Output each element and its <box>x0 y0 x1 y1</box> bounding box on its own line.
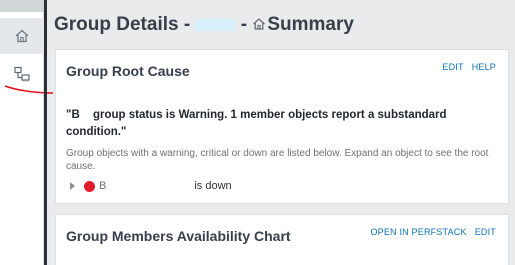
card-title: Group Members Availability Chart <box>66 228 291 244</box>
object-name[interactable]: B <box>99 180 106 192</box>
rail-home-button[interactable] <box>0 18 44 54</box>
edit-button[interactable]: EDIT <box>442 62 463 72</box>
root-cause-item[interactable]: B is down <box>70 180 232 192</box>
page-title: Group Details - - Summary <box>54 14 354 37</box>
redacted-mask <box>79 109 90 120</box>
root-cause-status: "B group status is Warning. 1 member obj… <box>66 107 496 141</box>
card-actions: OPEN IN PERFSTACK EDIT <box>370 227 496 237</box>
group-root-cause-card: Group Root Cause EDIT HELP "B group stat… <box>55 49 509 204</box>
object-status: is down <box>194 180 232 192</box>
rail-top-stub <box>0 0 44 12</box>
root-cause-description: Group objects with a warning, critical o… <box>66 148 489 172</box>
rail-separator <box>44 0 47 265</box>
home-icon <box>15 29 29 43</box>
status-text: group status is Warning. 1 member object… <box>66 109 447 138</box>
down-status-icon <box>84 180 95 192</box>
availability-chart-card: Group Members Availability Chart OPEN IN… <box>55 214 509 265</box>
open-in-perfstack-button[interactable]: OPEN IN PERFSTACK <box>370 227 466 237</box>
redacted-group-name <box>195 18 236 31</box>
left-rail <box>0 0 54 265</box>
help-button[interactable]: HELP <box>472 62 496 72</box>
redacted-object-name <box>108 181 195 191</box>
card-title: Group Root Cause <box>66 63 190 79</box>
card-actions: EDIT HELP <box>442 62 496 72</box>
page-title-prefix: Group Details - <box>54 14 196 35</box>
status-lead: "B <box>66 109 80 121</box>
page-title-suffix: Summary <box>267 14 354 35</box>
summary-home-icon <box>252 15 266 37</box>
page-title-separator: - <box>235 14 253 35</box>
expand-caret-icon[interactable] <box>70 182 75 190</box>
app: Group Details - - Summary Group Root Cau… <box>0 0 515 265</box>
edit-button[interactable]: EDIT <box>475 227 496 237</box>
